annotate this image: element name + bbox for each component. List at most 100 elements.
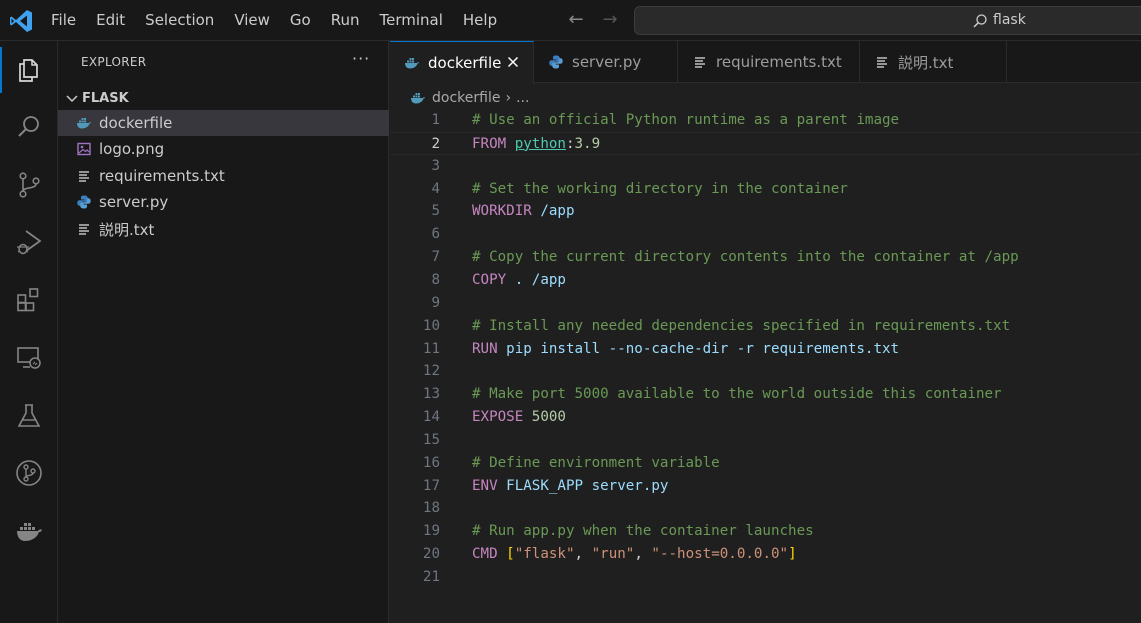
forward-arrow-icon[interactable]: →	[600, 9, 620, 31]
text-file-icon	[692, 54, 708, 70]
tab-dockerfile[interactable]: dockerfile	[390, 41, 534, 84]
menu-help[interactable]: Help	[453, 0, 507, 41]
code-token: "run"	[591, 546, 635, 563]
code-token: # Define environment variable	[472, 454, 720, 471]
code-line[interactable]: 18	[390, 497, 1141, 520]
file-item-logo-png[interactable]: logo.png	[58, 136, 389, 162]
code-token: # Make port 5000 available to the world …	[472, 386, 1002, 403]
line-number: 2	[431, 135, 440, 152]
source-control-icon[interactable]	[0, 162, 58, 208]
code-line[interactable]: 1 # Use an official Python runtime as a p…	[390, 109, 1141, 132]
code-editor[interactable]: 1 # Use an official Python runtime as a p…	[390, 111, 1141, 623]
code-line[interactable]: 21	[390, 566, 1141, 589]
code-line[interactable]: 4 # Set the working directory in the cont…	[390, 178, 1141, 201]
close-icon[interactable]	[505, 54, 521, 70]
docker-file-icon	[404, 55, 420, 71]
code-line[interactable]: 2 FROM python:3.9	[390, 131, 1141, 156]
code-token: # Install any needed dependencies specif…	[472, 317, 1011, 334]
code-token: # Copy the current directory contents in…	[472, 249, 1019, 266]
line-number: 7	[431, 249, 440, 266]
git-graph-icon[interactable]	[0, 450, 58, 496]
file-name: server.py	[99, 193, 169, 211]
code-token: ENV	[472, 477, 498, 494]
file-item-requirements-txt[interactable]: requirements.txt	[58, 163, 389, 189]
file-item-server-py[interactable]: server.py	[58, 189, 389, 215]
code-line[interactable]: 14 EXPOSE 5000	[390, 406, 1141, 429]
code-text: FROM python:3.9	[472, 133, 600, 156]
tab-server-py[interactable]: server.py	[534, 41, 678, 83]
code-token: # Set the working directory in the conta…	[472, 180, 848, 197]
run-debug-icon[interactable]	[0, 219, 58, 265]
menu-go[interactable]: Go	[280, 0, 321, 41]
editor-tabs: dockerfile server.py requirements.txt 説明…	[390, 41, 1141, 84]
code-line[interactable]: 12	[390, 360, 1141, 383]
folder-header[interactable]: FLASK	[58, 87, 389, 109]
docker-file-icon	[410, 90, 426, 106]
line-number: 19	[422, 523, 440, 540]
testing-icon[interactable]	[0, 393, 58, 439]
breadcrumb-file[interactable]: dockerfile	[432, 90, 500, 106]
line-number: 18	[422, 500, 440, 517]
menu-terminal[interactable]: Terminal	[370, 0, 453, 41]
code-token: WORKDIR	[472, 203, 532, 220]
code-line[interactable]: 17 ENV FLASK_APP server.py	[390, 475, 1141, 498]
line-number: 16	[422, 454, 440, 471]
tab-label: requirements.txt	[716, 53, 842, 71]
code-line[interactable]: 20 CMD ["flask", "run", "--host=0.0.0.0"]	[390, 543, 1141, 566]
code-line[interactable]: 7 # Copy the current directory contents i…	[390, 246, 1141, 269]
menu-view[interactable]: View	[224, 0, 280, 41]
explorer-icon[interactable]	[0, 47, 58, 93]
remote-explorer-icon[interactable]	[0, 335, 58, 381]
line-number: 15	[422, 431, 440, 448]
vscode-logo-icon[interactable]	[8, 8, 34, 34]
command-center-search[interactable]: flask	[634, 6, 1141, 35]
python-file-icon	[548, 54, 564, 70]
code-line[interactable]: 10 # Install any needed dependencies spec…	[390, 315, 1141, 338]
tab-setsumei-txt[interactable]: 説明.txt	[860, 41, 1007, 83]
code-line[interactable]: 16 # Define environment variable	[390, 452, 1141, 475]
menu-selection[interactable]: Selection	[135, 0, 224, 41]
code-token: . /app	[506, 271, 566, 288]
code-line[interactable]: 19 # Run app.py when the container launch…	[390, 520, 1141, 543]
file-item-dockerfile[interactable]: dockerfile	[58, 110, 389, 136]
code-token: # Use an official Python runtime as a pa…	[472, 112, 900, 128]
file-name: dockerfile	[99, 114, 173, 132]
code-line[interactable]: 6	[390, 223, 1141, 246]
code-token: COPY	[472, 271, 507, 288]
docker-icon[interactable]	[0, 508, 58, 554]
code-token: ]	[788, 546, 797, 563]
code-token: CMD	[472, 546, 498, 563]
code-token: :	[565, 135, 575, 152]
menu-edit[interactable]: Edit	[86, 0, 135, 41]
menu-run[interactable]: Run	[321, 0, 370, 41]
breadcrumb-more[interactable]: ...	[516, 90, 529, 106]
line-number: 11	[422, 340, 440, 357]
code-line[interactable]: 5 WORKDIR /app	[390, 200, 1141, 223]
explorer-sidebar: EXPLORER ··· FLASK dockerfile logo.png r…	[58, 41, 389, 623]
extensions-icon[interactable]	[0, 277, 58, 323]
file-item-setsumei-txt[interactable]: 説明.txt	[58, 216, 389, 242]
code-line[interactable]: 8 COPY . /app	[390, 269, 1141, 292]
code-text: CMD ["flask", "run", "--host=0.0.0.0"]	[472, 543, 797, 566]
code-text: EXPOSE 5000	[472, 406, 566, 429]
search-icon[interactable]	[0, 104, 58, 150]
breadcrumb: dockerfile › ...	[390, 84, 1141, 111]
navigation-arrows: ← →	[566, 9, 620, 31]
tab-requirements-txt[interactable]: requirements.txt	[678, 41, 860, 83]
chevron-down-icon	[66, 95, 78, 103]
code-text: WORKDIR /app	[472, 200, 575, 223]
code-token: /app	[531, 203, 575, 220]
code-line[interactable]: 15	[390, 429, 1141, 452]
line-number: 14	[422, 409, 440, 426]
code-text: # Set the working directory in the conta…	[472, 178, 848, 201]
back-arrow-icon[interactable]: ←	[566, 9, 586, 31]
text-file-icon	[874, 54, 890, 70]
code-line[interactable]: 13 # Make port 5000 available to the worl…	[390, 383, 1141, 406]
line-number: 5	[431, 203, 440, 220]
menu-file[interactable]: File	[41, 0, 86, 41]
code-line[interactable]: 3	[390, 155, 1141, 178]
more-actions-icon[interactable]: ···	[352, 49, 370, 68]
code-line[interactable]: 9	[390, 292, 1141, 315]
code-line[interactable]: 11 RUN pip install --no-cache-dir -r requ…	[390, 338, 1141, 361]
